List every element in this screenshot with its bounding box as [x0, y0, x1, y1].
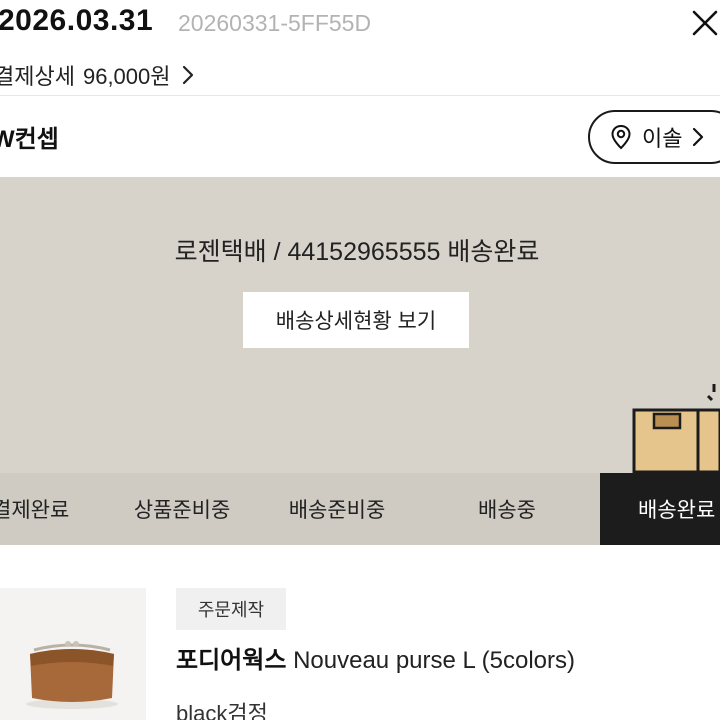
order-date: 2026.03.31	[0, 4, 154, 37]
chevron-right-icon	[182, 65, 193, 85]
move-button-label: 이솔	[642, 126, 683, 151]
close-icon[interactable]	[690, 8, 720, 38]
order-number: 20260331-5FF55D	[178, 10, 372, 36]
step-preparing-shipment: 배송준비중	[288, 499, 386, 522]
order-product-item[interactable]: 주문제작 포디어웍스 Nouveau purse L (5colors) bla…	[0, 588, 720, 720]
payment-detail-label: 결제상세	[0, 64, 75, 89]
shop-name: W컨셉	[0, 126, 59, 153]
product-name: Nouveau purse L (5colors)	[293, 647, 575, 674]
carrier-tracking-text: 로젠택배 / 44152965555 배송완료	[174, 238, 540, 266]
delivery-status-banner: 로젠택배 / 44152965555 배송완료 배송상세현황 보기 결제완료 상…	[0, 177, 720, 545]
delivery-detail-button[interactable]: 배송상세현황 보기	[243, 292, 469, 348]
step-preparing-product: 상품준비중	[133, 499, 231, 522]
product-thumbnail[interactable]	[0, 588, 146, 720]
chevron-right-icon	[693, 127, 704, 147]
order-header: 2026.03.31 20260331-5FF55D 결제상세 96,000원	[0, 0, 720, 96]
payment-amount: 96,000원	[82, 64, 171, 89]
purse-image	[26, 641, 118, 709]
delivery-progress-steps: 결제완료 상품준비중 배송준비중 배송중 배송완료	[0, 473, 720, 545]
move-button[interactable]: 이솔	[588, 110, 720, 164]
payment-detail-link[interactable]: 결제상세 96,000원	[0, 58, 195, 92]
step-payment-complete: 결제완료	[0, 499, 70, 522]
box-icon	[632, 384, 720, 474]
step-delivered-active: 배송완료	[600, 473, 720, 545]
made-to-order-badge: 주문제작	[176, 588, 286, 630]
product-option: black검정	[176, 701, 268, 720]
step-in-transit: 배송중	[478, 499, 536, 522]
product-brand: 포디어웍스	[176, 647, 287, 674]
product-title[interactable]: 포디어웍스 Nouveau purse L (5colors)	[176, 640, 575, 675]
location-pin-icon	[611, 124, 631, 150]
